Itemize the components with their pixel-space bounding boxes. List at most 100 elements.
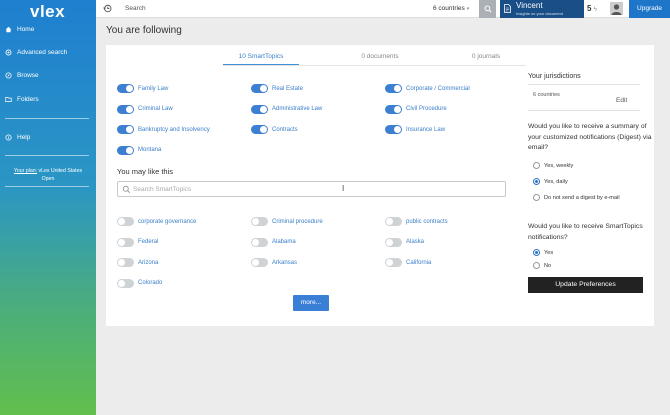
credits-counter[interactable]: 5 ϟ xyxy=(587,4,597,13)
topic-toggle[interactable] xyxy=(385,125,402,134)
smarttopics-search-input[interactable] xyxy=(133,184,493,194)
topic-label[interactable]: Corporate / Commercial xyxy=(406,86,470,92)
radio-label: Do not send a digest by e-mail xyxy=(544,194,620,201)
topic-insurance-law: Insurance Law xyxy=(385,125,445,134)
topic-toggle[interactable] xyxy=(385,84,402,93)
radio-option-yes[interactable]: Yes xyxy=(533,249,553,256)
sidebar-item-label: Home xyxy=(17,26,35,33)
topic-label[interactable]: Alaska xyxy=(406,239,424,245)
topic-toggle[interactable] xyxy=(117,258,134,267)
search-input[interactable]: Search xyxy=(125,5,146,12)
credits-count: 5 xyxy=(587,4,592,13)
topic-label[interactable]: Montana xyxy=(138,147,161,153)
vlex-logo[interactable]: vlex xyxy=(30,2,65,22)
topic-corporate-commercial: Corporate / Commercial xyxy=(385,84,470,93)
topic-label[interactable]: Contracts xyxy=(272,127,298,133)
digest-question: Would you like to receive a summary of y… xyxy=(528,123,652,151)
sidebar-item-browse[interactable]: Browse xyxy=(5,72,39,79)
radio-option-no[interactable]: No xyxy=(533,262,551,269)
smarttopics-search: I xyxy=(117,181,506,197)
search-icon xyxy=(483,5,492,13)
radio-button[interactable] xyxy=(533,249,540,256)
suggestions-title: You may like this xyxy=(117,167,174,176)
country-selector[interactable]: 6 countries ▾ xyxy=(433,5,469,12)
country-selector-label: 6 countries xyxy=(433,5,465,12)
plan-text: vLex United States xyxy=(38,168,83,174)
compass-icon xyxy=(5,72,12,79)
radio-option-yes-weekly[interactable]: Yes, weekly xyxy=(533,162,573,169)
topic-toggle[interactable] xyxy=(251,125,268,134)
help-icon xyxy=(5,134,12,141)
sidebar-item-advanced-search[interactable]: Advanced search xyxy=(5,49,67,56)
topic-toggle[interactable] xyxy=(251,84,268,93)
topic-toggle[interactable] xyxy=(251,258,268,267)
topic-label[interactable]: Insurance Law xyxy=(406,127,445,133)
radio-button[interactable] xyxy=(533,194,540,201)
notifications-question: Would you like to receive SmartTopics no… xyxy=(528,223,643,241)
topic-toggle[interactable] xyxy=(385,237,402,247)
topic-toggle[interactable] xyxy=(251,237,268,247)
document-icon xyxy=(504,4,511,13)
radio-label: No xyxy=(544,262,552,269)
topic-label[interactable]: Administrative Law xyxy=(272,106,322,112)
topic-label[interactable]: Family Law xyxy=(138,86,168,92)
topic-label[interactable]: corporate governance xyxy=(138,219,196,225)
topic-toggle[interactable] xyxy=(251,217,268,226)
topic-label[interactable]: Alabama xyxy=(272,239,296,245)
active-tab-indicator xyxy=(223,64,299,65)
topic-toggle[interactable] xyxy=(117,125,134,134)
avatar[interactable] xyxy=(610,2,623,15)
tabs-divider xyxy=(223,65,526,66)
topic-toggle[interactable] xyxy=(117,278,134,288)
sidebar-item-folders[interactable]: Folders xyxy=(5,96,39,103)
tab-documents[interactable]: 0 documents xyxy=(342,53,418,60)
search-button[interactable] xyxy=(479,0,496,18)
topic-label[interactable]: Arkansas xyxy=(272,260,297,266)
update-preferences-button[interactable]: Update Preferences xyxy=(528,277,643,293)
radio-button[interactable] xyxy=(533,178,540,185)
topic-label[interactable]: Criminal Law xyxy=(138,106,173,112)
sidebar-item-label: Folders xyxy=(17,96,39,103)
radio-option-yes-daily[interactable]: Yes, daily xyxy=(533,178,568,185)
topic-toggle[interactable] xyxy=(385,258,402,267)
topic-real-estate: Real Estate xyxy=(251,84,303,93)
topic-label[interactable]: Civil Procedure xyxy=(406,106,447,112)
tab-journals[interactable]: 0 journals xyxy=(448,53,524,60)
topic-alaska: Alaska xyxy=(385,237,424,247)
user-name: Vincent xyxy=(516,1,543,10)
radio-button[interactable] xyxy=(533,162,540,169)
advanced-search-icon xyxy=(5,49,12,56)
insights-box[interactable]: Vincent Insights on your document xyxy=(500,0,584,18)
edit-jurisdictions-link[interactable]: Edit xyxy=(616,97,627,104)
topic-label[interactable]: Arizona xyxy=(138,260,158,266)
topic-toggle[interactable] xyxy=(117,237,134,247)
topic-toggle[interactable] xyxy=(385,104,402,114)
topic-alabama: Alabama xyxy=(251,237,296,247)
topic-toggle[interactable] xyxy=(385,217,402,226)
plan-link[interactable]: Your plan: xyxy=(14,168,37,174)
chevron-down-icon: ▾ xyxy=(466,6,470,12)
sidebar-item-home[interactable]: Home xyxy=(5,26,34,33)
topic-toggle[interactable] xyxy=(117,84,134,93)
topic-label[interactable]: Bankruptcy and Insolvency xyxy=(138,127,210,133)
topic-label[interactable]: Colorado xyxy=(138,280,162,286)
topic-toggle[interactable] xyxy=(117,104,134,114)
topic-label[interactable]: Federal xyxy=(138,239,158,245)
radio-button[interactable] xyxy=(533,262,540,269)
history-icon[interactable] xyxy=(103,4,112,13)
tab-smarttopics[interactable]: 10 SmartTopics xyxy=(223,53,299,60)
sidebar-item-help[interactable]: Help xyxy=(5,134,30,141)
more-button[interactable]: more... xyxy=(293,295,329,311)
topic-label[interactable]: Real Estate xyxy=(272,86,303,92)
topic-label[interactable]: public contracts xyxy=(406,219,448,225)
topic-label[interactable]: Criminal procedure xyxy=(272,219,323,225)
radio-option-do-not-send-a-digest-by-e-mail[interactable]: Do not send a digest by e-mail xyxy=(533,194,620,201)
topic-toggle[interactable] xyxy=(117,145,134,155)
insights-subtitle: Insights on your document xyxy=(516,11,563,16)
preferences-panel: Your jurisdictions 6 countries Edit Woul… xyxy=(528,45,654,326)
topic-california: California xyxy=(385,258,431,267)
topic-toggle[interactable] xyxy=(117,217,134,226)
topic-label[interactable]: California xyxy=(406,260,431,266)
upgrade-button[interactable]: Upgrade xyxy=(629,0,670,18)
topic-toggle[interactable] xyxy=(251,104,268,114)
